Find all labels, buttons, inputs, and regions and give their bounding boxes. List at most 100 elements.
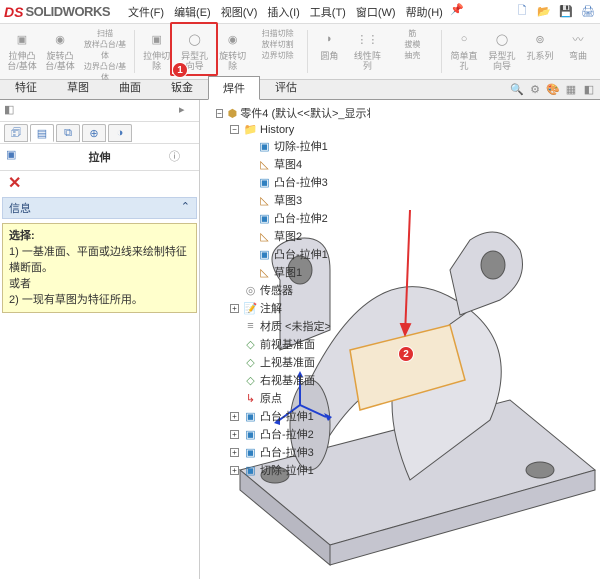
print-icon[interactable]: 🖨	[580, 4, 596, 20]
title-bar: DS SOLIDWORKS 文件(F) 编辑(E) 视图(V) 插入(I) 工具…	[0, 0, 600, 24]
panel-collapse-icon[interactable]: ◧	[4, 103, 20, 119]
tree-item[interactable]: ▣凸台-拉伸2	[244, 209, 368, 227]
menu-edit[interactable]: 编辑(E)	[170, 2, 215, 22]
tree-item[interactable]: ◺草图4	[244, 155, 368, 173]
tree-material[interactable]: ≡材质 <未指定>	[230, 317, 368, 335]
ribbon-pattern[interactable]: ⋮⋮线性阵 列	[349, 26, 385, 77]
expand-icon[interactable]: +	[230, 430, 239, 439]
menu-window[interactable]: 窗口(W)	[352, 2, 400, 22]
tree-item[interactable]: ◺草图2	[244, 227, 368, 245]
panel-menu-icon[interactable]: ▸	[179, 103, 195, 119]
tab-sketch[interactable]: 草图	[52, 75, 104, 99]
ribbon-extrude-cut[interactable]: ▣拉伸切 除	[139, 26, 175, 77]
tree-item[interactable]: ▣凸台-拉伸3	[244, 173, 368, 191]
pm-cancel-button[interactable]: ✕	[0, 171, 199, 195]
rev-cut-icon: ◉	[222, 28, 244, 50]
tab-feature[interactable]: 特征	[0, 75, 52, 99]
sketch-icon: ◺	[258, 158, 271, 171]
tab-sheetmetal[interactable]: 钣金	[156, 75, 208, 99]
ribbon-extrude-boss[interactable]: ▣拉伸凸 台/基体	[4, 26, 40, 77]
menu-help[interactable]: 帮助(H)	[402, 2, 447, 22]
tree-item[interactable]: ▣切除-拉伸1	[244, 137, 368, 155]
dimxpert-tab[interactable]: ⊕	[82, 124, 106, 142]
tree-feature[interactable]: +▣凸台-拉伸2	[230, 425, 368, 443]
property-manager-panel: ◧ ▸ 🗊 ▤ ⧉ ⊕ ◑ ▣ 拉伸 ⓘ ✕ 信息⌃ 选择: 1) 一基准面、平…	[0, 100, 200, 579]
ribbon: ▣拉伸凸 台/基体 ◉旋转凸 台/基体 扫描 放样凸台/基体 边界凸台/基体 ▣…	[0, 24, 600, 80]
ribbon-rib-stack[interactable]: 筋 拔模 抽壳	[387, 26, 437, 77]
collapse-icon[interactable]: −	[230, 125, 239, 134]
tree-origin[interactable]: ↳原点	[230, 389, 368, 407]
menu-tools[interactable]: 工具(T)	[306, 2, 350, 22]
tree-feature[interactable]: +▣切除-拉伸1	[230, 461, 368, 479]
tree-plane[interactable]: ◇右视基准面	[230, 371, 368, 389]
scene-icon[interactable]: ▦	[564, 82, 578, 96]
ribbon-hole-wizard-2[interactable]: ◯异型孔 向导	[484, 26, 520, 77]
ribbon-sweep-stack[interactable]: 扫描 放样凸台/基体 边界凸台/基体	[80, 26, 130, 77]
note-icon: 📝	[244, 302, 257, 315]
tab-evaluate[interactable]: 评估	[260, 75, 312, 99]
simple-hole-icon: ○	[453, 28, 475, 50]
display-manager-tab[interactable]: ◑	[108, 124, 132, 142]
tree-feature[interactable]: +▣凸台-拉伸1	[230, 407, 368, 425]
help-icon[interactable]: ⓘ	[169, 148, 187, 166]
sensor-icon: ◎	[244, 284, 257, 297]
tree-item[interactable]: ▣凸台-拉伸1	[244, 245, 368, 263]
boss-extrude-icon: ▣	[258, 212, 271, 225]
pm-info-header[interactable]: 信息⌃	[3, 198, 196, 218]
tree-item[interactable]: ◺草图1	[244, 263, 368, 281]
ribbon-simple-hole[interactable]: ○简单直 孔	[446, 26, 482, 77]
tree-plane[interactable]: ◇上视基准面	[230, 353, 368, 371]
hole2-icon: ◯	[491, 28, 513, 50]
ribbon-revolve-cut[interactable]: ◉旋转切 除	[215, 26, 251, 77]
appearance-icon[interactable]: 🎨	[546, 82, 560, 96]
sketch-icon: ◺	[258, 266, 271, 279]
panel-toolbar: ◧ ▸	[0, 100, 199, 122]
titlebar-right: 🗋 📂 💾 🖨	[514, 4, 596, 20]
expand-icon[interactable]: +	[230, 412, 239, 421]
logo-prefix: DS	[4, 4, 23, 20]
expand-icon[interactable]: +	[230, 448, 239, 457]
feature-manager-tab[interactable]: 🗊	[4, 124, 28, 142]
pushpin-icon[interactable]: 📌	[449, 2, 465, 18]
config-manager-tab[interactable]: ⧉	[56, 124, 80, 142]
view-settings-icon[interactable]: ⚙	[528, 82, 542, 96]
graphics-area[interactable]: −⬢零件4 (默认<<默认>_显示状态 1>) −📁History ▣切除-拉伸…	[200, 100, 600, 579]
tree-annotations[interactable]: +📝注解	[230, 299, 368, 317]
app-logo: DS SOLIDWORKS	[4, 4, 110, 20]
menu-file[interactable]: 文件(F)	[124, 2, 168, 22]
tree-feature[interactable]: +▣凸台-拉伸3	[230, 443, 368, 461]
open-icon[interactable]: 📂	[536, 4, 552, 20]
property-manager-tab[interactable]: ▤	[30, 124, 54, 142]
expand-icon[interactable]: +	[230, 304, 239, 313]
collapse-icon[interactable]: −	[216, 109, 223, 118]
tree-sensors[interactable]: ◎传感器	[230, 281, 368, 299]
menu-insert[interactable]: 插入(I)	[263, 2, 303, 22]
tab-weldment[interactable]: 焊件	[208, 76, 260, 100]
tab-surface[interactable]: 曲面	[104, 75, 156, 99]
tree-plane[interactable]: ◇前视基准面	[230, 335, 368, 353]
ribbon-sweep-cut-stack[interactable]: 扫描切除 放样切割 边界切除	[253, 26, 303, 77]
tree-item[interactable]: ◺草图3	[244, 191, 368, 209]
tree-root[interactable]: −⬢零件4 (默认<<默认>_显示状态 1>)	[216, 104, 368, 122]
plane-icon: ◇	[244, 356, 257, 369]
new-icon[interactable]: 🗋	[514, 4, 530, 20]
ribbon-fillet[interactable]: ◗圆角	[311, 26, 347, 77]
expand-icon[interactable]: +	[230, 466, 239, 475]
ribbon-revolve-boss[interactable]: ◉旋转凸 台/基体	[42, 26, 78, 77]
tree-history[interactable]: −📁History	[230, 122, 368, 137]
boss-extrude-icon: ▣	[258, 176, 271, 189]
ribbon-hole-series[interactable]: ⊚孔系列	[522, 26, 558, 77]
extrude-cut-icon: ▣	[146, 28, 168, 50]
fillet-icon: ◗	[318, 28, 340, 50]
ribbon-flex[interactable]: 〰弯曲	[560, 26, 596, 77]
part-icon: ⬢	[228, 107, 238, 120]
save-icon[interactable]: 💾	[558, 4, 574, 20]
display-icon[interactable]: ◧	[582, 82, 596, 96]
separator	[134, 30, 135, 73]
annotation-callout-1: 1	[172, 62, 188, 78]
search-icon[interactable]: 🔍	[510, 82, 524, 96]
boss-extrude-icon: ▣	[244, 428, 257, 441]
view-toolbar: 🔍 ⚙ 🎨 ▦ ◧	[510, 82, 596, 96]
flyout-feature-tree[interactable]: −⬢零件4 (默认<<默认>_显示状态 1>) −📁History ▣切除-拉伸…	[200, 100, 370, 579]
menu-view[interactable]: 视图(V)	[217, 2, 262, 22]
